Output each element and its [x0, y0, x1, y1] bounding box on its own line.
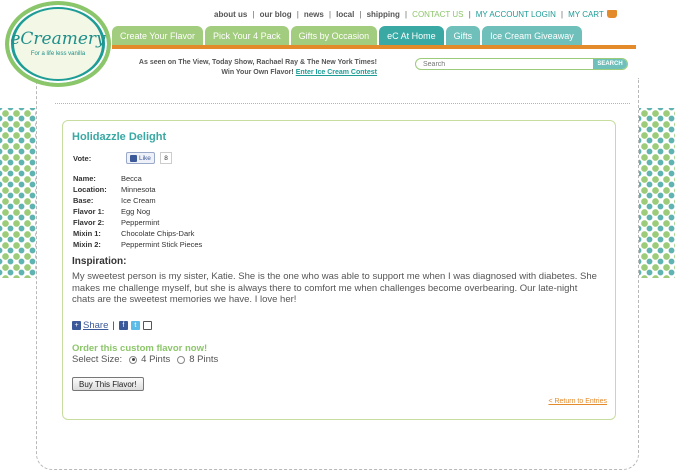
separator: |: [560, 9, 564, 19]
link-our-blog[interactable]: our blog: [260, 10, 292, 19]
separator: |: [328, 9, 332, 19]
detail-value: Peppermint: [121, 218, 160, 227]
size-radio-4-pints[interactable]: [129, 355, 138, 364]
detail-row: Flavor 2: Peppermint: [73, 217, 202, 228]
flavor-entry-card: Holidazzle Delight Vote: Like 8 Name: Bec…: [62, 120, 616, 420]
separator: |: [296, 9, 299, 19]
separator: |: [404, 9, 408, 19]
detail-row: Flavor 1: Egg Nog: [73, 206, 202, 217]
inspiration-label: Inspiration:: [72, 256, 127, 267]
detail-key: Name:: [73, 174, 96, 183]
detail-value: Peppermint Stick Pieces: [121, 240, 203, 249]
as-seen-text: As seen on The View, Today Show, Rachael…: [138, 59, 377, 66]
separator: |: [252, 9, 255, 19]
tab-ice-cream-giveaway[interactable]: Ice Cream Giveaway: [482, 26, 582, 46]
detail-value: Becca: [121, 174, 142, 183]
tab-ec-at-home[interactable]: eC At Home: [379, 26, 444, 46]
tab-gifts[interactable]: Gifts: [445, 26, 481, 46]
separator: |: [468, 9, 471, 19]
link-shipping[interactable]: shipping: [367, 10, 400, 19]
as-seen-on-banner: As seen on The View, Today Show, Rachael…: [132, 58, 377, 78]
size-option-8-pints[interactable]: 8 Pints: [189, 354, 218, 365]
search-box: SEARCH: [415, 58, 628, 70]
detail-row: Name: Becca: [73, 173, 202, 184]
link-news[interactable]: news: [304, 10, 324, 19]
ecreamery-logo[interactable]: eCreamery For a life less vanilla: [5, 1, 111, 87]
detail-value: Ice Cream: [121, 196, 156, 205]
logo-name: eCreamery: [10, 29, 106, 49]
size-radio-8-pints[interactable]: [177, 355, 186, 364]
detail-row: Mixin 1: Chocolate Chips-Dark: [73, 228, 202, 239]
top-links: about us | our blog | news | local | shi…: [214, 8, 617, 20]
win-flavor-text: Win Your Own Flavor!: [221, 69, 294, 76]
email-share-icon[interactable]: [142, 321, 152, 330]
detail-key: Flavor 2:: [73, 218, 105, 227]
buy-this-flavor-button[interactable]: Buy This Flavor!: [72, 377, 144, 391]
main-nav-tabs: Create Your Flavor Pick Your 4 Pack Gift…: [112, 26, 582, 46]
detail-key: Flavor 1:: [73, 207, 105, 216]
link-contact-us[interactable]: CONTACT US: [412, 10, 463, 19]
tab-create-your-flavor[interactable]: Create Your Flavor: [112, 26, 204, 46]
twitter-share-icon[interactable]: t: [130, 321, 140, 330]
link-about-us[interactable]: about us: [214, 10, 247, 19]
size-label: Select Size:: [72, 354, 123, 365]
logo-tagline: For a life less vanilla: [30, 51, 86, 57]
detail-key: Base:: [73, 196, 94, 205]
decorative-dots-left: [0, 108, 36, 278]
order-prompt: Order this custom flavor now!: [72, 343, 208, 354]
facebook-icon: [130, 154, 137, 162]
win-flavor-line: Win Your Own Flavor! Enter Ice Cream Con…: [132, 68, 377, 78]
share-plus-icon[interactable]: +: [72, 321, 81, 330]
detail-row: Location: Minnesota: [73, 184, 202, 195]
tab-pick-your-4-pack[interactable]: Pick Your 4 Pack: [205, 26, 289, 46]
inspiration-text: My sweetest person is my sister, Katie. …: [72, 271, 597, 305]
detail-value: Minnesota: [121, 185, 156, 194]
detail-row: Mixin 2: Peppermint Stick Pieces: [73, 239, 202, 250]
tab-gifts-by-occasion[interactable]: Gifts by Occasion: [290, 26, 378, 46]
link-my-cart[interactable]: MY CART: [568, 10, 604, 19]
detail-value: Egg Nog: [121, 207, 151, 216]
search-input[interactable]: [416, 59, 593, 69]
nav-underline-bar: [112, 45, 636, 49]
logo-badge: eCreamery For a life less vanilla: [10, 9, 106, 79]
link-my-account-login[interactable]: MY ACCOUNT LOGIN: [476, 10, 556, 19]
share-bar: + Share | f t: [72, 320, 155, 331]
cart-icon[interactable]: [606, 10, 617, 18]
header-divider: [55, 103, 630, 104]
size-selector: Select Size: 4 Pints 8 Pints: [72, 354, 218, 365]
decorative-dots-right: [639, 108, 675, 278]
detail-row: Base: Ice Cream: [73, 195, 202, 206]
facebook-like-button[interactable]: Like: [126, 152, 155, 164]
size-option-4-pints[interactable]: 4 Pints: [141, 354, 170, 365]
return-to-entries-link[interactable]: < Return to Entries: [548, 398, 607, 405]
like-count: 8: [160, 152, 172, 164]
separator: |: [359, 9, 362, 19]
like-label: Like: [139, 154, 151, 162]
vote-label: Vote:: [73, 154, 92, 163]
flavor-details: Name: Becca Location: Minnesota Base: Ice C…: [73, 173, 202, 250]
detail-value: Chocolate Chips-Dark: [121, 229, 195, 238]
share-link[interactable]: Share: [83, 320, 108, 331]
search-button[interactable]: SEARCH: [593, 59, 627, 69]
detail-key: Mixin 1:: [73, 229, 101, 238]
detail-key: Mixin 2:: [73, 240, 101, 249]
link-local[interactable]: local: [336, 10, 354, 19]
facebook-share-icon[interactable]: f: [118, 321, 128, 330]
enter-contest-link[interactable]: Enter Ice Cream Contest: [296, 69, 377, 76]
detail-key: Location:: [73, 185, 107, 194]
flavor-title: Holidazzle Delight: [72, 131, 167, 143]
separator: |: [112, 320, 115, 331]
